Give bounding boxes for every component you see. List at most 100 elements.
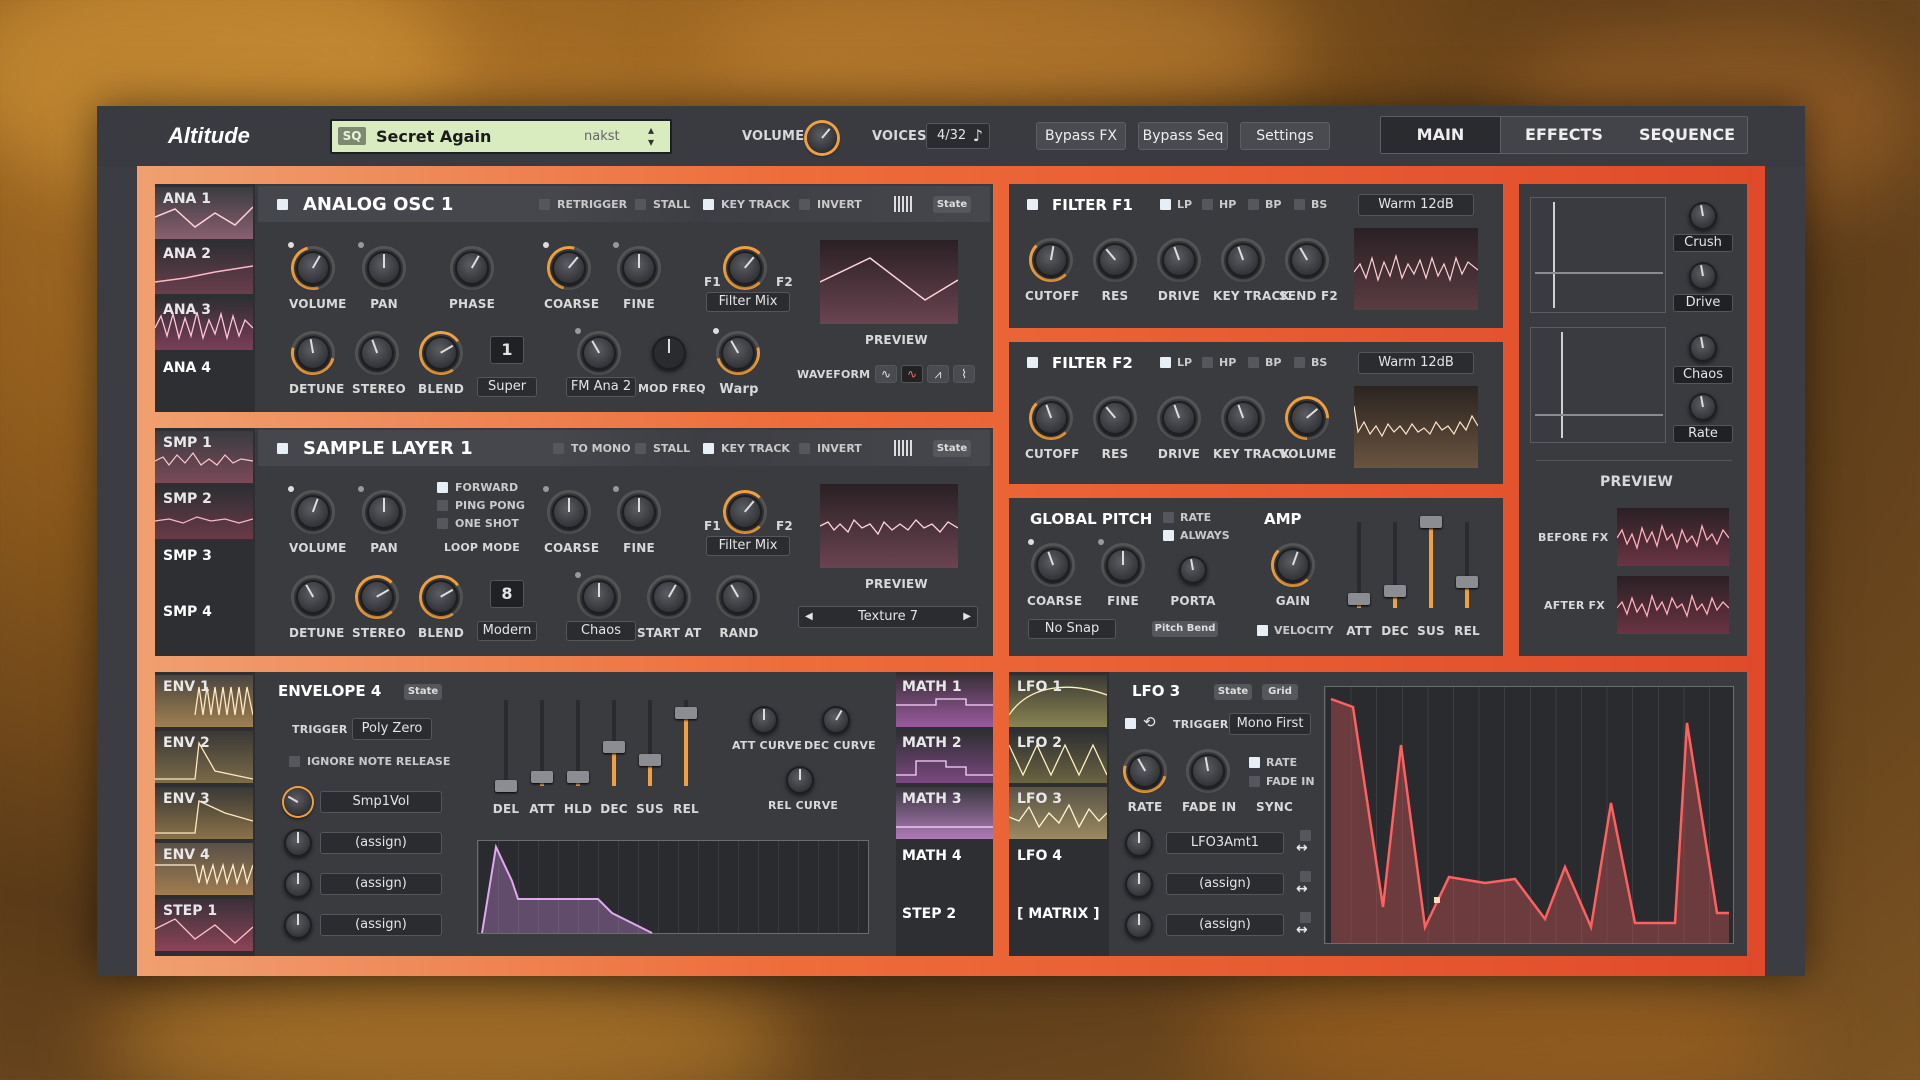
lfo-grid-button[interactable]: Grid — [1262, 684, 1298, 700]
tomono-checkbox[interactable] — [553, 443, 564, 454]
osc-fine-knob[interactable] — [622, 251, 656, 285]
env-hld-handle[interactable] — [567, 771, 589, 784]
sidebar-item-ana4[interactable]: ANA 4 — [163, 360, 211, 376]
lfo-mod2-target[interactable]: (assign) — [1166, 873, 1284, 895]
sample-keytrack-checkbox[interactable] — [703, 443, 714, 454]
amp-gain-knob[interactable] — [1276, 548, 1310, 582]
filter2-bs-checkbox[interactable] — [1294, 357, 1305, 368]
filter1-type[interactable]: Warm 12dB — [1358, 194, 1474, 216]
sidebar-item-lfo2[interactable]: LFO 2 — [1009, 731, 1107, 783]
filter2-drive-knob[interactable] — [1162, 401, 1196, 435]
sample-rand-knob[interactable] — [721, 580, 755, 614]
amp-velocity-checkbox[interactable] — [1257, 625, 1268, 636]
env-att-slider[interactable] — [531, 700, 553, 786]
fx-drive-knob[interactable] — [1689, 262, 1717, 290]
loop-icon[interactable]: ⟲ — [1143, 713, 1156, 731]
filter2-cutoff-knob[interactable] — [1034, 401, 1068, 435]
filter1-send-knob[interactable] — [1290, 243, 1324, 277]
osc-fm-source[interactable]: FM Ana 2 — [566, 377, 636, 397]
lfo-mod1-knob[interactable] — [1125, 829, 1153, 857]
sidebar-item-lfo4[interactable]: LFO 4 — [1017, 848, 1062, 864]
sample-chaos-source[interactable]: Chaos — [566, 621, 636, 641]
retrigger-checkbox[interactable] — [539, 199, 550, 210]
sample-unison-count[interactable]: 8 — [490, 580, 524, 608]
sample-invert-checkbox[interactable] — [799, 443, 810, 454]
env-mod1-knob[interactable] — [284, 788, 312, 816]
sidebar-item-smp4[interactable]: SMP 4 — [163, 604, 212, 620]
invert-checkbox[interactable] — [799, 199, 810, 210]
lfo-fadein-checkbox[interactable] — [1249, 776, 1260, 787]
filter1-keytrack-knob[interactable] — [1226, 243, 1260, 277]
filter1-hp-checkbox[interactable] — [1202, 199, 1213, 210]
pitch-coarse-knob[interactable] — [1036, 548, 1070, 582]
sample-pan-knob[interactable] — [367, 495, 401, 529]
keyboard-icon[interactable] — [894, 196, 914, 212]
env-dec-handle[interactable] — [603, 741, 625, 754]
sidebar-item-ana2[interactable]: ANA 2 — [155, 242, 253, 294]
filter2-res-knob[interactable] — [1098, 401, 1132, 435]
lfo-mod3-target[interactable]: (assign) — [1166, 914, 1284, 936]
env-dec-slider[interactable] — [603, 700, 625, 786]
amp-att-slider[interactable] — [1348, 522, 1370, 608]
lfo-mod1-arrow-icon[interactable]: ↔ — [1296, 840, 1308, 856]
env-rel-handle[interactable] — [675, 706, 697, 719]
osc-filtermix-knob[interactable] — [728, 251, 762, 285]
loop-oneshot-checkbox[interactable] — [437, 518, 448, 529]
osc-warp-knob[interactable] — [721, 336, 755, 370]
pitch-rate-checkbox[interactable] — [1163, 512, 1174, 523]
sidebar-item-lfo1[interactable]: LFO 1 — [1009, 675, 1107, 727]
env-mod2-knob[interactable] — [284, 829, 312, 857]
filter1-bs-checkbox[interactable] — [1294, 199, 1305, 210]
osc-pan-knob[interactable] — [367, 251, 401, 285]
fx-xy-pad-1[interactable] — [1530, 197, 1666, 313]
sidebar-item-smp2[interactable]: SMP 2 — [155, 487, 253, 539]
sample-blend-knob[interactable] — [424, 580, 458, 614]
ignore-release-checkbox[interactable] — [289, 756, 300, 767]
sample-unison-mode[interactable]: Modern — [477, 621, 537, 641]
sample-stereo-knob[interactable] — [360, 580, 394, 614]
sample-enable-checkbox[interactable] — [277, 443, 288, 454]
tab-effects[interactable]: EFFECTS — [1502, 117, 1626, 153]
env-state-button[interactable]: State — [404, 684, 442, 700]
lfo-mod2-knob[interactable] — [1125, 870, 1153, 898]
osc-coarse-knob[interactable] — [552, 251, 586, 285]
lfo-mod3-arrow-icon[interactable]: ↔ — [1296, 922, 1308, 938]
texture-next-icon[interactable]: ▶ — [963, 607, 971, 627]
env-mod4-target[interactable]: (assign) — [320, 914, 442, 936]
sample-coarse-knob[interactable] — [552, 495, 586, 529]
waveform-saw-button[interactable]: ⩘ — [927, 365, 949, 383]
env-mod1-target[interactable]: Smp1Vol — [320, 791, 442, 813]
lfo-trigger[interactable]: Mono First — [1229, 713, 1311, 735]
env-mod3-knob[interactable] — [284, 870, 312, 898]
fx-xy-pad-2[interactable] — [1530, 327, 1666, 443]
sidebar-item-math4[interactable]: MATH 4 — [902, 848, 962, 864]
pitch-bend-button[interactable]: Pitch Bend — [1152, 621, 1218, 637]
sidebar-item-step1[interactable]: STEP 1 — [155, 899, 253, 951]
fx-chaos-knob[interactable] — [1689, 334, 1717, 362]
osc-state-button[interactable]: State — [933, 196, 971, 213]
fx-crush-knob[interactable] — [1689, 202, 1717, 230]
lfo-state-button[interactable]: State — [1214, 684, 1252, 700]
sample-startat-knob[interactable] — [652, 580, 686, 614]
env-rel-slider[interactable] — [675, 700, 697, 786]
settings-button[interactable]: Settings — [1240, 122, 1330, 150]
filter1-drive-knob[interactable] — [1162, 243, 1196, 277]
pitch-snap[interactable]: No Snap — [1028, 619, 1116, 639]
lfo-mod1-target[interactable]: LFO3Amt1 — [1166, 832, 1284, 854]
sidebar-item-smp3[interactable]: SMP 3 — [163, 548, 212, 564]
loop-forward-checkbox[interactable] — [437, 482, 448, 493]
sample-fine-knob[interactable] — [622, 495, 656, 529]
sidebar-item-ana1[interactable]: ANA 1 — [155, 187, 253, 239]
pitch-always-checkbox[interactable] — [1163, 530, 1174, 541]
sidebar-item-env1[interactable]: ENV 1 — [155, 675, 253, 727]
fx-rate-knob[interactable] — [1689, 393, 1717, 421]
filter1-res-knob[interactable] — [1098, 243, 1132, 277]
filter2-enable-checkbox[interactable] — [1027, 357, 1038, 368]
waveform-tri-button[interactable]: ∿ — [901, 365, 923, 383]
env-mod4-knob[interactable] — [284, 911, 312, 939]
sample-state-button[interactable]: State — [933, 440, 971, 457]
sample-filtermix-knob[interactable] — [728, 495, 762, 529]
amp-att-handle[interactable] — [1348, 593, 1370, 606]
preset-stepper[interactable]: ▴ ▾ — [648, 124, 654, 148]
amp-dec-handle[interactable] — [1384, 584, 1406, 597]
